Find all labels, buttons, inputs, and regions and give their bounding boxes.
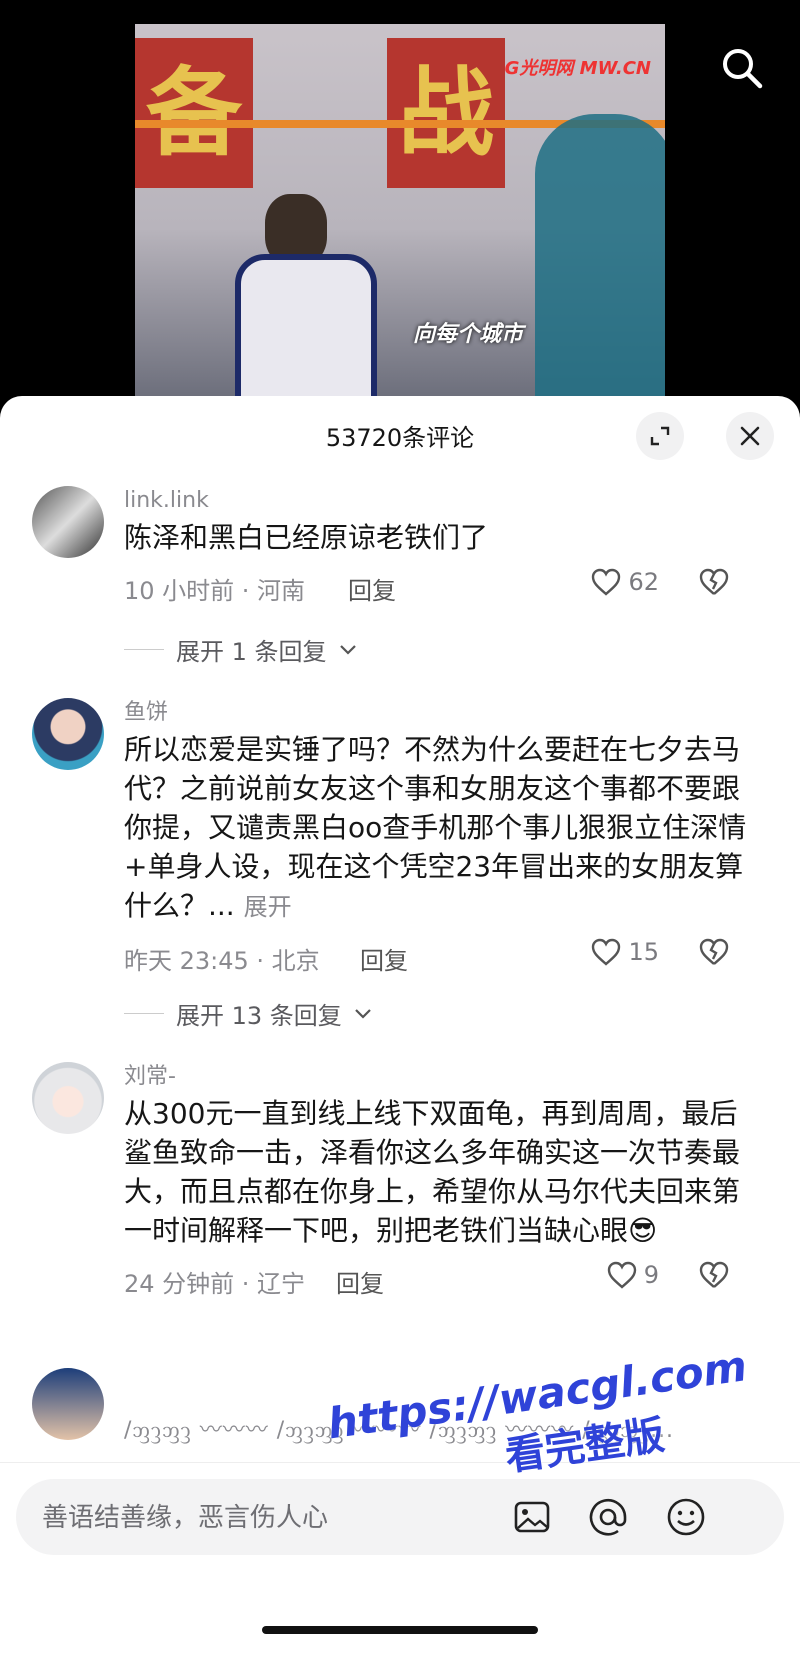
comment-time-location: 昨天 23:45 · 北京 [124,947,320,975]
like-count: 62 [628,568,659,596]
video-caption: 向每个城市 [413,322,524,347]
broken-heart-icon [699,568,729,595]
avatar[interactable] [32,486,104,558]
player-figure [195,174,395,396]
comment-username[interactable]: 刘常- [124,1062,764,1092]
image-icon [514,1501,550,1533]
avatar[interactable] [32,1062,104,1134]
comment-meta: 昨天 23:45 · 北京 回复 15 [124,937,764,977]
dislike-button[interactable] [698,567,730,603]
broken-heart-icon [699,1261,729,1288]
avatar[interactable] [32,1368,104,1440]
dislike-button[interactable] [698,1260,730,1296]
reply-button[interactable]: 回复 [348,571,396,606]
expand-replies-label: 展开 1 条回复 [176,638,327,666]
opponent-figure [535,114,665,396]
comment-time-location: 10 小时前 · 河南 [124,577,306,605]
chevron-down-icon [339,644,356,655]
comment-text[interactable]: 所以恋爱是实锤了吗？不然为什么要赶在七夕去马代？之前说前女友这个事和女朋友这个事… [124,730,764,927]
like-button[interactable]: 9 [606,1260,659,1290]
comment-username[interactable]: link.link [124,486,764,516]
heart-icon [592,938,621,966]
at-icon [589,1498,627,1536]
search-icon [723,49,763,89]
comment-text[interactable]: 陈泽和黑白已经原谅老铁们了 [124,518,764,557]
comment-meta: 24 分钟前 · 辽宁 回复 9 [124,1260,764,1300]
like-count: 15 [628,938,659,966]
like-count: 9 [643,1261,659,1289]
heart-icon [592,568,621,596]
emoji-button[interactable] [664,1495,708,1539]
video-player[interactable]: 备 战 G光明网 MW.CN 向每个城市 [0,0,800,410]
show-more-link[interactable]: 展开 [244,893,292,921]
comment-text[interactable]: 从300元一直到线上线下双面龟，再到周周，最后鲨鱼致命一击，泽看你这么多年确实这… [124,1094,764,1250]
banner-right: 战 [387,38,505,188]
home-indicator[interactable] [262,1626,538,1634]
expand-sheet-button[interactable] [636,412,684,460]
expand-replies-label: 展开 13 条回复 [176,1002,342,1030]
heart-icon [607,1261,636,1289]
mention-button[interactable] [586,1495,630,1539]
emoji-icon [667,1498,705,1536]
reply-button[interactable]: 回复 [360,941,408,976]
chevron-down-icon [355,1008,371,1019]
expand-replies-button[interactable]: 展开 13 条回复 [124,996,372,1031]
fullscreen-icon [650,426,670,446]
image-button[interactable] [510,1495,554,1539]
banner-left: 备 [135,38,253,188]
expand-replies-button[interactable]: 展开 1 条回复 [124,632,357,667]
comment-username[interactable]: 鱼饼 [124,698,764,728]
like-button[interactable]: 62 [590,567,659,597]
avatar[interactable] [32,698,104,770]
search-button[interactable] [718,44,766,92]
broken-heart-icon [699,938,729,965]
close-icon [740,426,760,446]
like-button[interactable]: 15 [590,937,659,967]
reply-button[interactable]: 回复 [336,1264,384,1299]
video-frame[interactable]: 备 战 G光明网 MW.CN 向每个城市 [135,24,665,396]
dislike-button[interactable] [698,937,730,973]
channel-logo: G光明网 MW.CN [504,58,651,79]
comment-meta: 10 小时前 · 河南 回复 62 [124,567,764,607]
close-sheet-button[interactable] [726,412,774,460]
comment-time-location: 24 分钟前 · 辽宁 [124,1270,306,1298]
